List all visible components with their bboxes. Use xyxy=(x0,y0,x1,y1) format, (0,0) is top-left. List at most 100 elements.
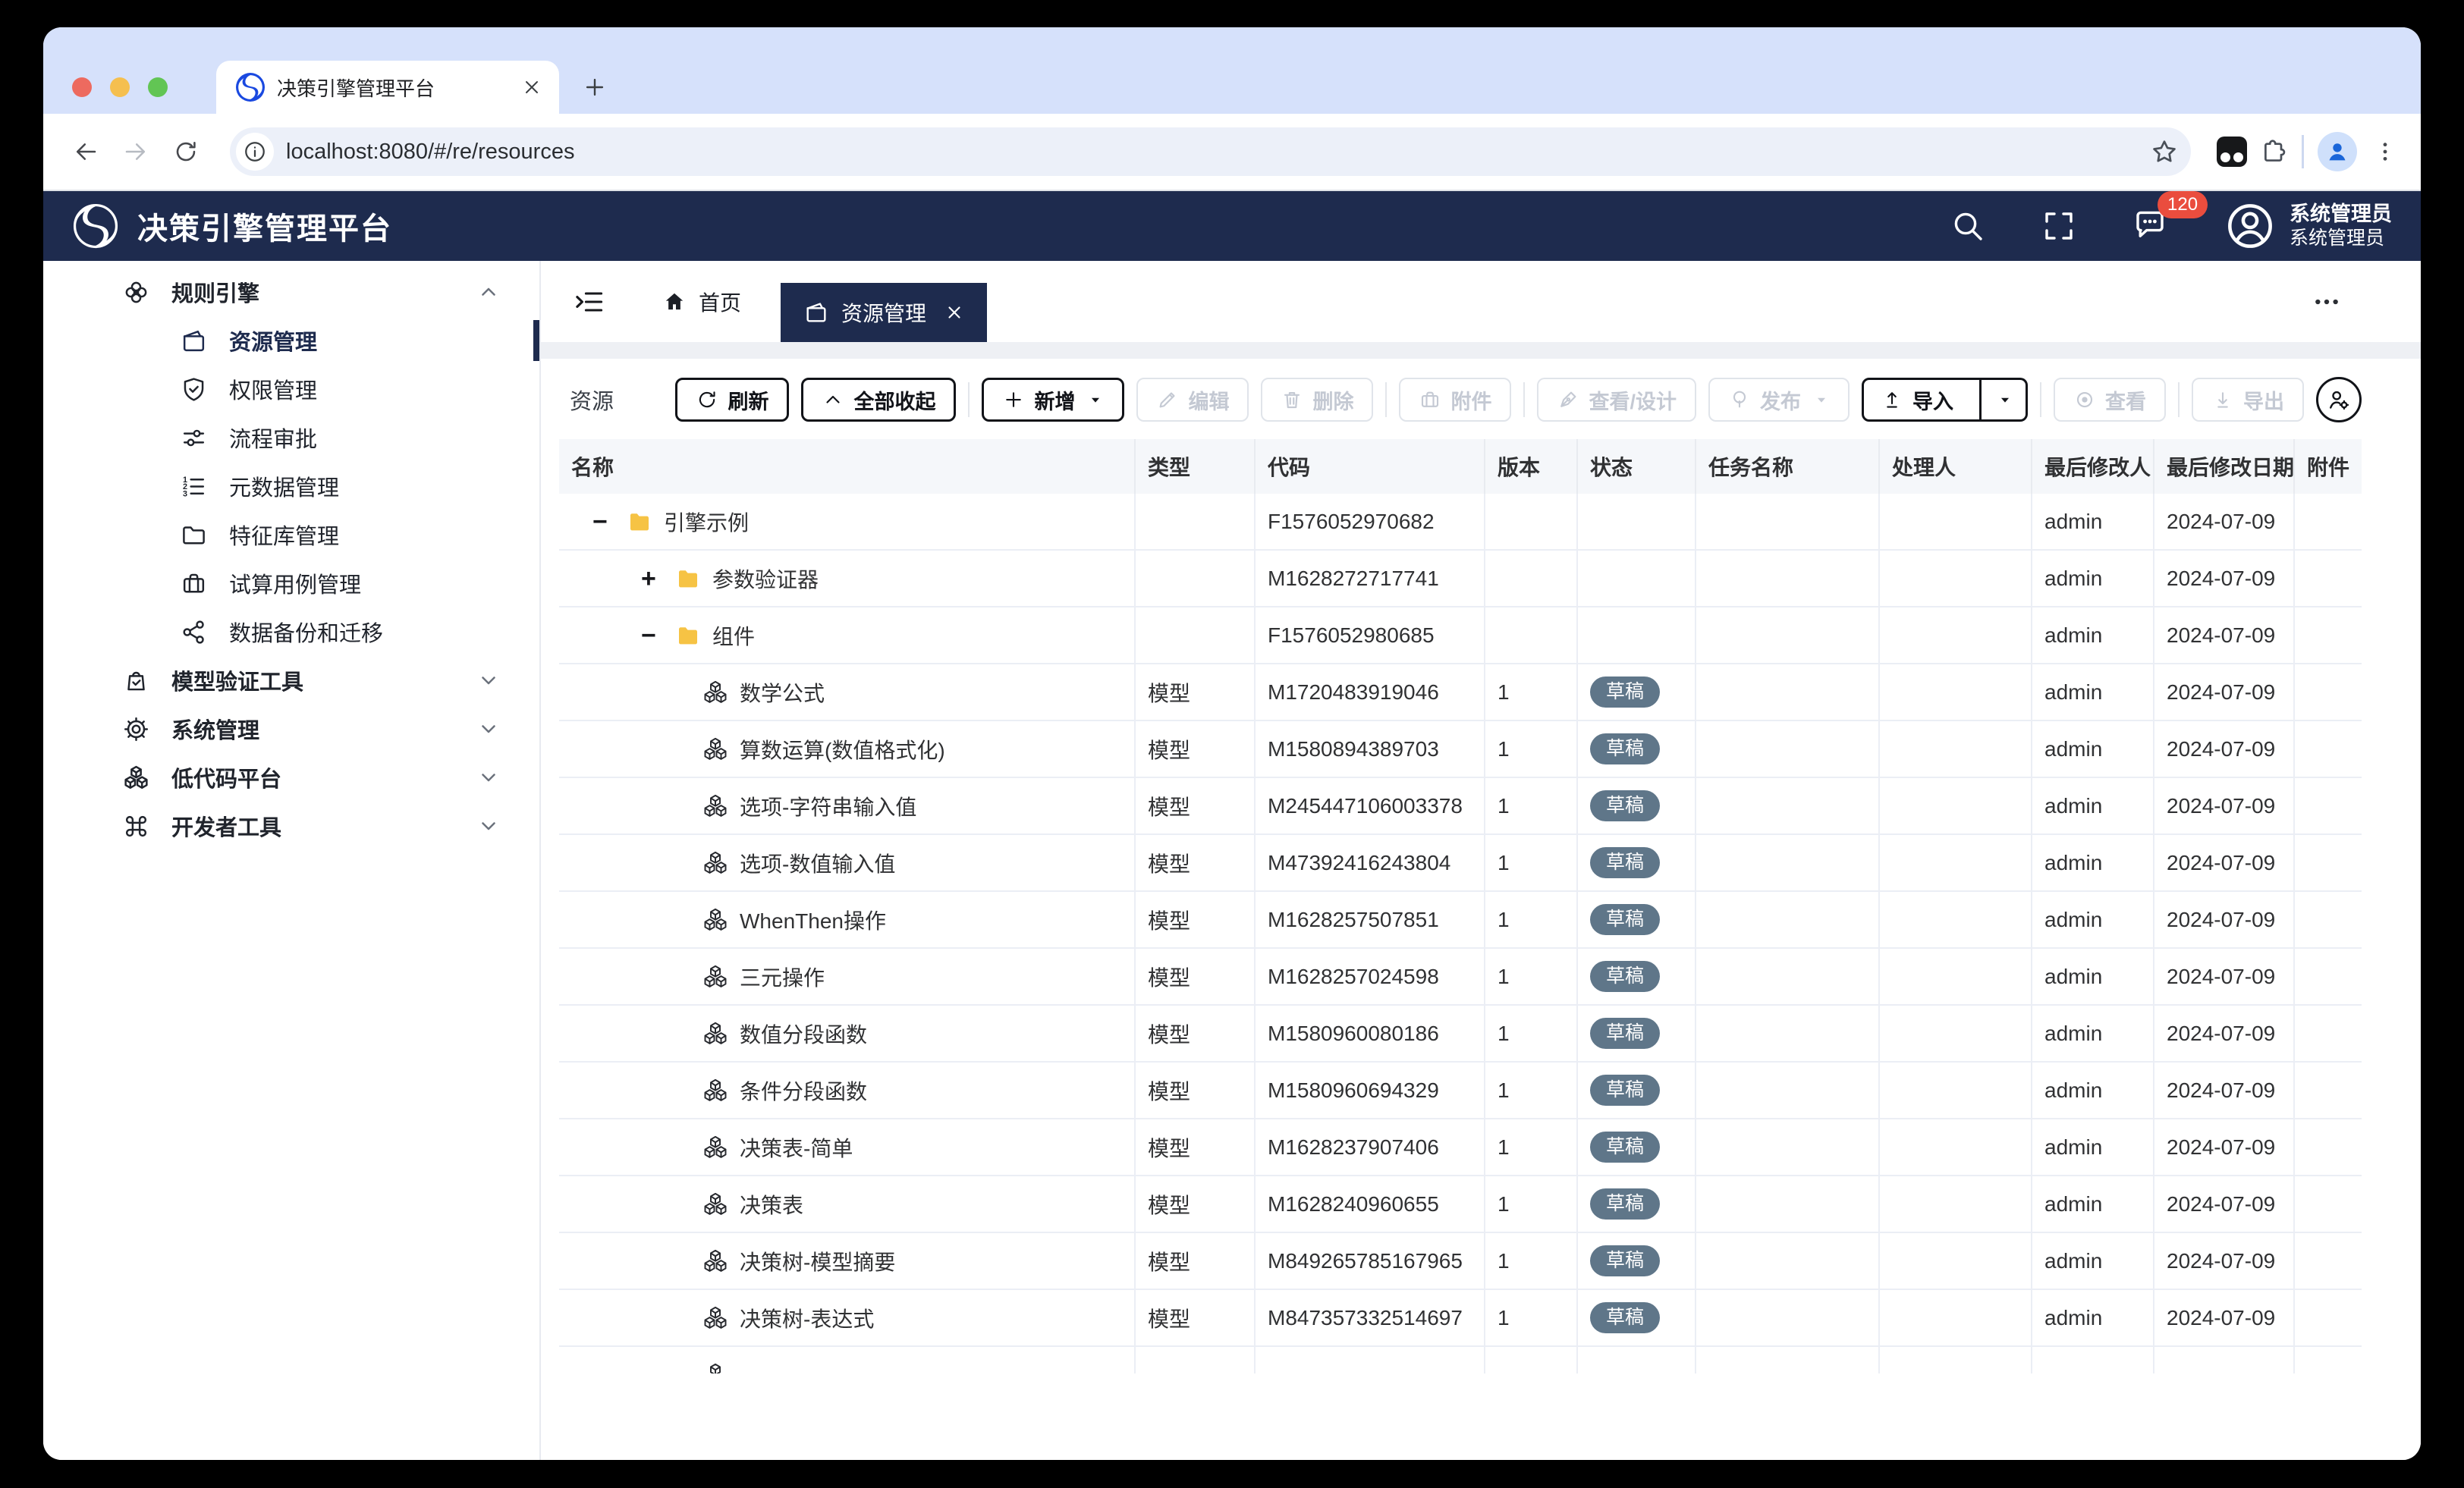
search-icon[interactable] xyxy=(1950,208,1986,244)
table-row[interactable]: 条件分段函数模型M15809606943291草稿admin2024-07-09 xyxy=(559,1063,2362,1119)
table-row[interactable]: WhenThen操作模型M16282575078511草稿admin2024-0… xyxy=(559,892,2362,949)
tab-resource-management[interactable]: 资源管理 xyxy=(781,283,987,342)
column-header: 版本 xyxy=(1485,439,1578,494)
new-tab-button[interactable] xyxy=(582,61,608,114)
user-role: 系统管理员 xyxy=(2290,227,2392,250)
collapse-sidebar-icon[interactable] xyxy=(573,285,606,319)
reload-button[interactable] xyxy=(166,132,206,171)
bookmark-star-icon[interactable] xyxy=(2150,137,2179,166)
close-window-button[interactable] xyxy=(72,77,92,97)
导入-button[interactable]: 导入 xyxy=(1862,378,2028,422)
table-row[interactable]: 决策表-简单模型M16282379074061草稿admin2024-07-09 xyxy=(559,1119,2362,1176)
model-icon xyxy=(702,736,729,763)
sidebar-item-开发者工具[interactable]: 开发者工具 xyxy=(43,802,539,850)
table-row[interactable]: 选项-数值输入值模型M473924162438041草稿admin2024-07… xyxy=(559,835,2362,892)
sidebar-item-元数据管理[interactable]: 元数据管理 xyxy=(43,462,539,510)
sidebar-item-规则引擎[interactable]: 规则引擎 xyxy=(43,268,539,316)
extension-icon[interactable] xyxy=(2217,137,2247,167)
resource-name: 决策表 xyxy=(740,1189,803,1220)
sidebar-item-流程审批[interactable]: 流程审批 xyxy=(43,413,539,462)
sidebar-item-试算用例管理[interactable]: 试算用例管理 xyxy=(43,559,539,607)
site-info-icon[interactable] xyxy=(236,133,274,171)
resource-name: 数值分段函数 xyxy=(740,1019,867,1049)
sidebar-item-权限管理[interactable]: 权限管理 xyxy=(43,365,539,413)
folder-icon xyxy=(674,565,702,592)
tab-close-icon[interactable] xyxy=(521,77,542,98)
type-cell: 模型 xyxy=(1136,778,1256,833)
browser-tab[interactable]: 决策引擎管理平台 xyxy=(216,61,559,114)
window-controls xyxy=(72,61,168,114)
table-row[interactable]: 数学公式模型M17204839190461草稿admin2024-07-09 xyxy=(559,664,2362,721)
back-button[interactable] xyxy=(66,132,105,171)
sidebar-item-模型验证工具[interactable]: 模型验证工具 xyxy=(43,656,539,705)
messages-button[interactable]: 120 xyxy=(2132,206,2168,246)
collapse-node-icon[interactable]: − xyxy=(592,509,618,535)
table-row[interactable]: +参数验证器M1628272717741admin2024-07-09 xyxy=(559,551,2362,607)
collapse-node-icon[interactable]: − xyxy=(641,623,667,648)
status-cell: 草稿 xyxy=(1578,1006,1696,1061)
刷新-button[interactable]: 刷新 xyxy=(675,378,789,422)
sidebar-item-特征库管理[interactable]: 特征库管理 xyxy=(43,510,539,559)
sidebar-menu: 规则引擎 资源管理 权限管理 流程审批 元数据管理 特征库管理 试算用例管理 数… xyxy=(43,261,541,1460)
status-cell: 草稿 xyxy=(1578,835,1696,890)
新增-button[interactable]: 新增 xyxy=(982,378,1124,422)
type-cell xyxy=(1136,551,1256,606)
table-row[interactable]: 决策树-表达式模型M8473573325146971草稿admin2024-07… xyxy=(559,1290,2362,1347)
status-cell: 草稿 xyxy=(1578,1063,1696,1118)
table-row[interactable]: 选项-字符串输入值模型M2454471060033781草稿admin2024-… xyxy=(559,778,2362,835)
version-cell: 1 xyxy=(1485,949,1578,1004)
sidebar-item-资源管理[interactable]: 资源管理 xyxy=(43,316,539,365)
attach-cell xyxy=(2295,1176,2362,1232)
user-avatar-icon[interactable] xyxy=(2226,202,2274,250)
column-header: 名称 xyxy=(559,439,1136,494)
zoom-window-button[interactable] xyxy=(148,77,168,97)
code-cell: M1628257024598 xyxy=(1256,949,1485,1004)
table-row[interactable]: 三元操作模型M16282570245981草稿admin2024-07-09 xyxy=(559,949,2362,1006)
tab-close-icon[interactable] xyxy=(944,303,964,322)
date-cell: 2024-07-09 xyxy=(2154,607,2295,663)
modifier-cell: admin xyxy=(2032,1233,2154,1289)
dropdown-caret[interactable] xyxy=(1979,380,2026,419)
extensions-puzzle-icon[interactable] xyxy=(2259,137,2288,166)
handler-cell xyxy=(1880,835,2032,890)
flower-icon xyxy=(122,278,150,306)
suitcase-icon xyxy=(1419,388,1441,411)
task-cell xyxy=(1696,835,1880,890)
status-badge: 草稿 xyxy=(1590,733,1660,764)
tab-home[interactable]: 首页 xyxy=(662,287,741,317)
version-cell xyxy=(1485,607,1578,663)
sidebar-item-系统管理[interactable]: 系统管理 xyxy=(43,705,539,753)
table-row[interactable]: 算数运算(数值格式化)模型M15808943897031草稿admin2024-… xyxy=(559,721,2362,778)
version-cell xyxy=(1485,494,1578,549)
version-cell: 1 xyxy=(1485,1063,1578,1118)
code-cell: M1580960080186 xyxy=(1256,1006,1485,1061)
forward-button[interactable] xyxy=(116,132,156,171)
sidebar-item-数据备份和迁移[interactable]: 数据备份和迁移 xyxy=(43,607,539,656)
date-cell: 2024-07-09 xyxy=(2154,1233,2295,1289)
table-row[interactable]: 决策树-模型摘要模型M8492657851679651草稿admin2024-0… xyxy=(559,1233,2362,1290)
table-row[interactable]: 决策表模型M16282409606551草稿admin2024-07-09 xyxy=(559,1176,2362,1233)
date-cell: 2024-07-09 xyxy=(2154,1290,2295,1345)
handler-cell xyxy=(1880,1290,2032,1345)
browser-profile-avatar[interactable] xyxy=(2318,132,2357,171)
code-cell: M1628257507851 xyxy=(1256,892,1485,947)
version-cell: 1 xyxy=(1485,1233,1578,1289)
model-icon xyxy=(702,906,729,934)
address-bar[interactable]: localhost:8080/#/re/resources xyxy=(230,127,2191,176)
attach-cell xyxy=(2295,551,2362,606)
table-row[interactable]: −组件F1576052980685admin2024-07-09 xyxy=(559,607,2362,664)
table-row[interactable] xyxy=(559,1347,2362,1373)
browser-menu-icon[interactable] xyxy=(2372,139,2398,165)
browser-tab-title: 决策引擎管理平台 xyxy=(277,74,509,102)
全部收起-button[interactable]: 全部收起 xyxy=(801,378,956,422)
minimize-window-button[interactable] xyxy=(110,77,130,97)
expand-node-icon[interactable]: + xyxy=(641,566,667,592)
user-permission-button[interactable] xyxy=(2316,377,2362,422)
more-options-icon[interactable] xyxy=(2312,287,2342,317)
fullscreen-icon[interactable] xyxy=(2041,208,2077,244)
table-row[interactable]: 数值分段函数模型M15809600801861草稿admin2024-07-09 xyxy=(559,1006,2362,1063)
sidebar-item-低代码平台[interactable]: 低代码平台 xyxy=(43,753,539,802)
查看-button: 查看 xyxy=(2054,378,2166,422)
type-cell: 模型 xyxy=(1136,1176,1256,1232)
table-row[interactable]: −引擎示例F1576052970682admin2024-07-09 xyxy=(559,494,2362,551)
